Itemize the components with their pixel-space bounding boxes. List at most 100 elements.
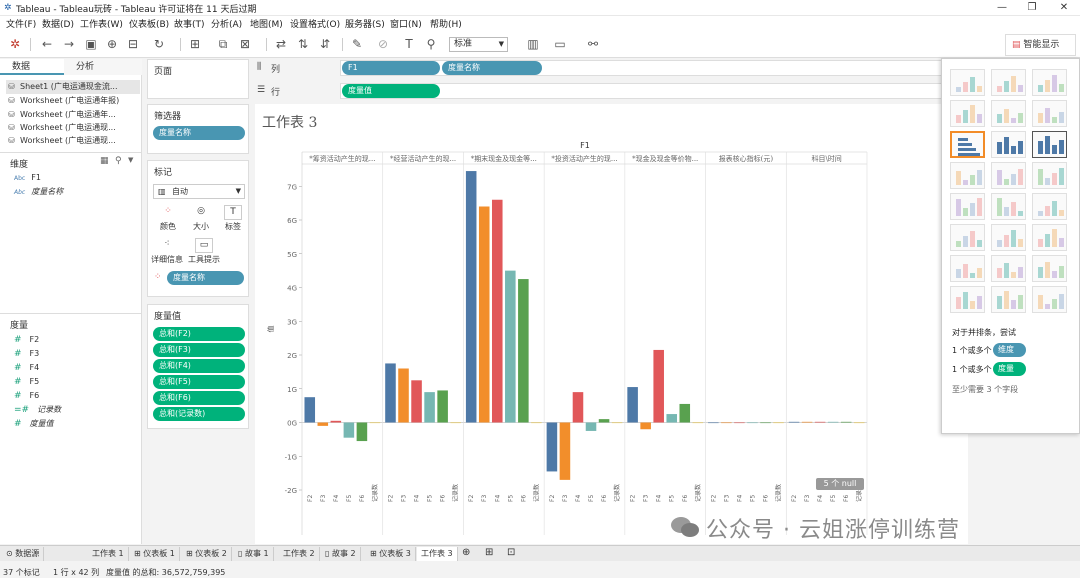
measure-field[interactable]: # F3 <box>14 347 39 361</box>
show-me-button[interactable]: ▤ 智能显示 <box>1005 34 1076 56</box>
search-icon[interactable]: ⚲ <box>115 156 122 166</box>
chevron-down-icon[interactable]: ▼ <box>128 156 133 164</box>
datasource-item[interactable]: ⛁ Sheet1 (广电运通现金流... <box>8 80 140 93</box>
menu-data[interactable]: 数据(D) <box>42 17 74 30</box>
filter-pill[interactable]: 度量名称 <box>153 126 245 140</box>
new-worksheet-icon[interactable]: ⊕ <box>462 547 470 558</box>
chart-type-thumbnail[interactable] <box>950 193 985 220</box>
clear-sheet-icon[interactable]: ⊠ <box>238 37 252 51</box>
datasource-item[interactable]: ⛁ Worksheet (广电运通年报) <box>8 94 140 107</box>
label-button[interactable]: T 标签 <box>220 205 246 233</box>
chart-type-thumbnail[interactable] <box>1032 69 1067 96</box>
columns-shelf[interactable]: F1 度量名称 <box>340 60 965 76</box>
menu-dashboard[interactable]: 仪表板(B) <box>129 17 169 30</box>
tab-dashboard[interactable]: ⊞ 仪表板 3 <box>366 547 416 561</box>
highlight-icon[interactable]: ✎ <box>350 37 364 51</box>
chart-type-thumbnail[interactable] <box>991 69 1026 96</box>
chart-type-thumbnail[interactable] <box>991 255 1026 282</box>
chart-type-thumbnail[interactable] <box>1032 255 1067 282</box>
menu-server[interactable]: 服务器(S) <box>345 17 385 30</box>
chart-type-thumbnail[interactable] <box>991 162 1026 189</box>
new-dashboard-icon[interactable]: ⊞ <box>485 547 493 558</box>
chart-type-thumbnail[interactable] <box>1032 286 1067 313</box>
undo-icon[interactable]: ← <box>40 37 54 51</box>
chart-type-thumbnail[interactable] <box>991 131 1026 158</box>
detail-button[interactable]: ⁖ 详细信息 <box>148 238 186 266</box>
measure-field[interactable]: # F5 <box>14 375 39 389</box>
fit-dropdown[interactable]: 标准 ▼ <box>449 37 508 52</box>
measure-field[interactable]: # F6 <box>14 389 39 403</box>
dimension-field[interactable]: Abc F1 <box>14 171 41 185</box>
chart-type-thumbnail[interactable] <box>1032 100 1067 127</box>
menu-analysis[interactable]: 分析(A) <box>211 17 242 30</box>
rows-shelf[interactable]: 度量值 <box>340 83 965 99</box>
duplicate-icon[interactable]: ⧉ <box>216 37 230 51</box>
new-story-icon[interactable]: ⊡ <box>507 547 515 558</box>
grid-view-icon[interactable]: ▦ <box>100 156 109 166</box>
measure-field[interactable]: # 度量值 <box>14 417 54 431</box>
maximize-button[interactable]: ❐ <box>1020 1 1044 15</box>
size-button[interactable]: ◎ 大小 <box>188 205 214 233</box>
measure-value-pill[interactable]: 总和(记录数) <box>153 407 245 421</box>
chart-type-thumbnail[interactable] <box>950 162 985 189</box>
tab-datasource[interactable]: ⊙ 数据源 <box>2 547 45 561</box>
chart-type-thumbnail[interactable] <box>950 69 985 96</box>
tab-sheet[interactable]: 工作表 2 <box>279 547 320 561</box>
chart-type-thumbnail[interactable] <box>1032 162 1067 189</box>
pause-updates-icon[interactable]: ⊟ <box>126 37 140 51</box>
menu-map[interactable]: 地图(M) <box>250 17 283 30</box>
chart-type-thumbnail[interactable] <box>1032 193 1067 220</box>
chart-type-thumbnail[interactable] <box>991 286 1026 313</box>
row-pill-measure-values[interactable]: 度量值 <box>342 84 440 98</box>
save-icon[interactable]: ▣ <box>84 37 98 51</box>
label-icon[interactable]: T <box>402 37 416 51</box>
sort-desc-icon[interactable]: ⇵ <box>318 37 332 51</box>
sort-asc-icon[interactable]: ⇅ <box>296 37 310 51</box>
chart-type-thumbnail[interactable] <box>991 224 1026 251</box>
measure-field[interactable]: =# 记录数 <box>14 403 61 417</box>
refresh-icon[interactable]: ↻ <box>152 37 166 51</box>
mark-type-dropdown[interactable]: ▥ 自动 ▼ <box>153 184 245 199</box>
dimension-field[interactable]: Abc 度量名称 <box>14 185 63 199</box>
tableau-home-icon[interactable]: ✲ <box>8 37 22 51</box>
new-datasource-icon[interactable]: ⊕ <box>105 37 119 51</box>
chart-type-thumbnail[interactable] <box>991 193 1026 220</box>
minimize-button[interactable]: — <box>990 1 1014 15</box>
new-worksheet-icon[interactable]: ⊞ <box>188 37 202 51</box>
tab-data[interactable]: 数据 <box>0 59 70 75</box>
pin-icon[interactable]: ⚲ <box>424 37 438 51</box>
color-pill[interactable]: 度量名称 <box>167 271 244 285</box>
tab-analytics[interactable]: 分析 <box>64 59 142 75</box>
chart-type-thumbnail[interactable] <box>1032 224 1067 251</box>
swap-icon[interactable]: ⇄ <box>274 37 288 51</box>
menu-help[interactable]: 帮助(H) <box>430 17 462 30</box>
datasource-item[interactable]: ⛁ Worksheet (广电运通现... <box>8 121 140 134</box>
menu-file[interactable]: 文件(F) <box>6 17 36 30</box>
measure-value-pill[interactable]: 总和(F6) <box>153 391 245 405</box>
chart-type-thumbnail[interactable] <box>950 224 985 251</box>
share-icon[interactable]: ⚯ <box>586 37 600 51</box>
group-icon[interactable]: ⊘ <box>376 37 390 51</box>
measure-value-pill[interactable]: 总和(F5) <box>153 375 245 389</box>
pages-card[interactable]: 页面 <box>147 59 249 99</box>
measure-field[interactable]: # F4 <box>14 361 39 375</box>
show-cards-icon[interactable]: ▥ <box>526 37 540 51</box>
column-pill-measure-names[interactable]: 度量名称 <box>442 61 542 75</box>
menu-story[interactable]: 故事(T) <box>174 17 205 30</box>
chart-type-thumbnail[interactable] <box>1032 131 1067 158</box>
tab-sheet[interactable]: 工作表 1 <box>88 547 129 561</box>
menu-format[interactable]: 设置格式(O) <box>290 17 340 30</box>
measure-value-pill[interactable]: 总和(F3) <box>153 343 245 357</box>
column-pill-f1[interactable]: F1 <box>342 61 440 75</box>
redo-icon[interactable]: → <box>62 37 76 51</box>
presentation-icon[interactable]: ▭ <box>553 37 567 51</box>
close-button[interactable]: ✕ <box>1052 1 1076 15</box>
datasource-item[interactable]: ⛁ Worksheet (广电运通现... <box>8 134 140 147</box>
chart-type-thumbnail[interactable] <box>950 131 985 158</box>
menu-worksheet[interactable]: 工作表(W) <box>80 17 123 30</box>
null-indicator[interactable]: 5 个 null <box>816 478 864 490</box>
measure-field[interactable]: # F2 <box>14 333 39 347</box>
tab-sheet-active[interactable]: 工作表 3 <box>417 547 458 561</box>
datasource-item[interactable]: ⛁ Worksheet (广电运通年... <box>8 108 140 121</box>
tooltip-button[interactable]: ▭ 工具提示 <box>188 238 220 266</box>
